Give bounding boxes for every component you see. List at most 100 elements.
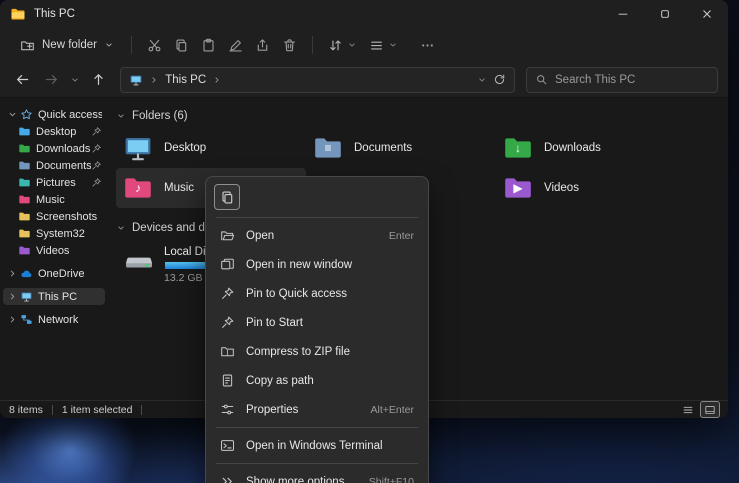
details-view-button[interactable] bbox=[679, 402, 697, 417]
menu-item-show-more-options[interactable]: Show more options Shift+F10 bbox=[210, 467, 424, 483]
menu-item-open-in-windows-terminal[interactable]: Open in Windows Terminal bbox=[210, 431, 424, 460]
menu-item-pin-to-start[interactable]: Pin to Start bbox=[210, 308, 424, 337]
sidebar-item-network[interactable]: Network bbox=[3, 311, 105, 328]
chevron-down-icon bbox=[116, 223, 126, 233]
delete-icon bbox=[282, 38, 297, 53]
context-menu: Open Enter Open in new window Pin to Qui… bbox=[205, 176, 429, 483]
recent-locations-button[interactable] bbox=[67, 67, 83, 93]
cut-button[interactable] bbox=[141, 32, 168, 58]
sidebar-item-videos[interactable]: Videos bbox=[3, 242, 105, 259]
address-bar[interactable]: This PC bbox=[120, 67, 515, 93]
context-menu-quick-actions bbox=[210, 181, 424, 214]
folder-tile-videos[interactable]: ▶ Videos bbox=[496, 168, 686, 208]
status-divider bbox=[52, 405, 53, 415]
search-box[interactable] bbox=[526, 67, 718, 93]
new-folder-button[interactable]: New folder bbox=[12, 34, 122, 57]
menu-item-open[interactable]: Open Enter bbox=[210, 221, 424, 250]
this-pc-icon bbox=[20, 290, 33, 303]
music-folder-icon bbox=[18, 193, 31, 206]
chevron-down-icon bbox=[70, 75, 80, 85]
breadcrumb[interactable]: This PC bbox=[165, 74, 206, 86]
pictures-folder-icon bbox=[18, 176, 31, 189]
refresh-icon[interactable] bbox=[493, 73, 506, 86]
menu-item-properties[interactable]: Properties Alt+Enter bbox=[210, 395, 424, 424]
delete-button[interactable] bbox=[276, 32, 303, 58]
list-view-icon bbox=[682, 404, 694, 416]
toolbar-divider bbox=[131, 36, 132, 54]
sidebar-item-desktop[interactable]: Desktop bbox=[3, 123, 105, 140]
chevron-right-icon[interactable] bbox=[6, 268, 19, 279]
copy-icon bbox=[220, 190, 235, 205]
chevron-down-icon bbox=[388, 40, 398, 50]
desktop-icon bbox=[122, 132, 154, 164]
menu-item-copy-as-path[interactable]: Copy as path bbox=[210, 366, 424, 395]
chevron-down-icon[interactable] bbox=[6, 109, 19, 120]
new-folder-icon bbox=[20, 38, 35, 53]
zip-icon bbox=[220, 344, 235, 359]
large-thumbnails-view-button[interactable] bbox=[701, 402, 719, 417]
quick-access-star-icon bbox=[20, 108, 33, 121]
folder-tile-desktop[interactable]: Desktop bbox=[116, 128, 306, 168]
menu-item-pin-to-quick-access[interactable]: Pin to Quick access bbox=[210, 279, 424, 308]
back-icon bbox=[15, 72, 30, 87]
rename-button[interactable] bbox=[222, 32, 249, 58]
sidebar-item-this-pc[interactable]: This PC bbox=[3, 288, 105, 305]
hard-drive-icon bbox=[122, 246, 156, 276]
navigation-pane: Quick access Desktop Downloads Documents bbox=[0, 98, 108, 400]
copy-button[interactable] bbox=[168, 32, 195, 58]
menu-item-compress-to-zip[interactable]: Compress to ZIP file bbox=[210, 337, 424, 366]
paste-button[interactable] bbox=[195, 32, 222, 58]
up-icon bbox=[91, 72, 106, 87]
documents-folder-icon bbox=[18, 159, 31, 172]
menu-separator bbox=[216, 463, 418, 464]
folder-tile-downloads[interactable]: ↓ Downloads bbox=[496, 128, 686, 168]
sidebar-item-system32[interactable]: System32 bbox=[3, 225, 105, 242]
chevron-right-icon bbox=[212, 75, 222, 85]
close-button[interactable] bbox=[686, 0, 728, 28]
sidebar-item-music[interactable]: Music bbox=[3, 191, 105, 208]
chevron-down-icon bbox=[104, 40, 114, 50]
desktop-folder-icon bbox=[18, 125, 31, 138]
folder-tile-documents[interactable]: ≡ Documents bbox=[306, 128, 496, 168]
sidebar-item-downloads[interactable]: Downloads bbox=[3, 140, 105, 157]
this-pc-icon bbox=[129, 73, 143, 87]
sidebar-item-quick-access[interactable]: Quick access bbox=[3, 106, 105, 123]
videos-folder-icon bbox=[18, 244, 31, 257]
sort-button[interactable] bbox=[322, 34, 363, 57]
sidebar-item-documents[interactable]: Documents bbox=[3, 157, 105, 174]
chevron-right-icon bbox=[149, 75, 159, 85]
window-controls bbox=[602, 0, 728, 28]
see-more-button[interactable] bbox=[414, 32, 441, 58]
pin-icon bbox=[220, 286, 235, 301]
new-folder-label: New folder bbox=[42, 39, 97, 51]
pin-icon bbox=[91, 143, 102, 154]
navigation-bar: This PC bbox=[0, 62, 728, 98]
close-icon bbox=[700, 7, 714, 21]
back-button[interactable] bbox=[10, 67, 36, 93]
folders-section-header[interactable]: Folders (6) bbox=[116, 106, 728, 126]
thumbnail-view-icon bbox=[704, 404, 716, 416]
open-icon bbox=[220, 228, 235, 243]
maximize-button[interactable] bbox=[644, 0, 686, 28]
toolbar-divider bbox=[312, 36, 313, 54]
sidebar-item-pictures[interactable]: Pictures bbox=[3, 174, 105, 191]
search-input[interactable] bbox=[555, 74, 709, 86]
downloads-folder-icon bbox=[18, 142, 31, 155]
share-icon bbox=[255, 38, 270, 53]
chevron-right-icon[interactable] bbox=[6, 291, 19, 302]
sort-icon bbox=[328, 38, 343, 53]
sidebar-item-screenshots[interactable]: Screenshots bbox=[3, 208, 105, 225]
address-dropdown-icon[interactable] bbox=[477, 75, 487, 85]
share-button[interactable] bbox=[249, 32, 276, 58]
sidebar-item-onedrive[interactable]: OneDrive bbox=[3, 265, 105, 282]
chevron-right-icon[interactable] bbox=[6, 314, 19, 325]
menu-item-open-in-new-window[interactable]: Open in new window bbox=[210, 250, 424, 279]
terminal-icon bbox=[220, 438, 235, 453]
copy-quick-action-button[interactable] bbox=[214, 184, 240, 210]
pin-icon bbox=[91, 160, 102, 171]
forward-button[interactable] bbox=[39, 67, 65, 93]
up-button[interactable] bbox=[86, 67, 112, 93]
view-button[interactable] bbox=[363, 34, 404, 57]
minimize-button[interactable] bbox=[602, 0, 644, 28]
forward-icon bbox=[44, 72, 59, 87]
